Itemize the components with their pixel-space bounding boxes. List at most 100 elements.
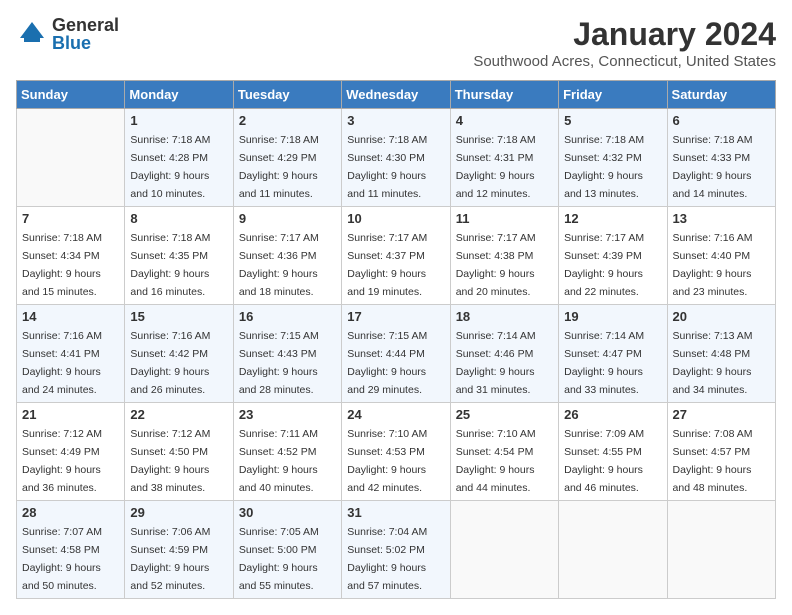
day-number: 9 [239,211,336,226]
calendar-cell: 19 Sunrise: 7:14 AMSunset: 4:47 PMDaylig… [559,305,667,403]
calendar-cell: 7 Sunrise: 7:18 AMSunset: 4:34 PMDayligh… [17,207,125,305]
day-info: Sunrise: 7:17 AMSunset: 4:37 PMDaylight:… [347,232,427,298]
calendar-week-row: 14 Sunrise: 7:16 AMSunset: 4:41 PMDaylig… [17,305,776,403]
calendar-cell: 15 Sunrise: 7:16 AMSunset: 4:42 PMDaylig… [125,305,233,403]
calendar-cell: 17 Sunrise: 7:15 AMSunset: 4:44 PMDaylig… [342,305,450,403]
calendar-cell: 21 Sunrise: 7:12 AMSunset: 4:49 PMDaylig… [17,403,125,501]
day-number: 23 [239,407,336,422]
day-number: 31 [347,505,444,520]
calendar-cell: 9 Sunrise: 7:17 AMSunset: 4:36 PMDayligh… [233,207,341,305]
weekday-header: Friday [559,81,667,109]
day-number: 19 [564,309,661,324]
day-number: 21 [22,407,119,422]
calendar-cell [450,501,558,599]
calendar-cell: 29 Sunrise: 7:06 AMSunset: 4:59 PMDaylig… [125,501,233,599]
day-number: 8 [130,211,227,226]
day-info: Sunrise: 7:07 AMSunset: 4:58 PMDaylight:… [22,526,102,592]
calendar-week-row: 21 Sunrise: 7:12 AMSunset: 4:49 PMDaylig… [17,403,776,501]
day-number: 22 [130,407,227,422]
day-info: Sunrise: 7:10 AMSunset: 4:53 PMDaylight:… [347,428,427,494]
logo-text: General Blue [52,16,119,52]
day-info: Sunrise: 7:11 AMSunset: 4:52 PMDaylight:… [239,428,318,494]
page-header: General Blue January 2024 Southwood Acre… [16,16,776,70]
weekday-header: Saturday [667,81,775,109]
title-area: January 2024 Southwood Acres, Connecticu… [473,16,776,70]
logo-icon [16,18,48,50]
calendar-cell: 24 Sunrise: 7:10 AMSunset: 4:53 PMDaylig… [342,403,450,501]
calendar-week-row: 1 Sunrise: 7:18 AMSunset: 4:28 PMDayligh… [17,109,776,207]
calendar-cell: 27 Sunrise: 7:08 AMSunset: 4:57 PMDaylig… [667,403,775,501]
calendar-cell: 2 Sunrise: 7:18 AMSunset: 4:29 PMDayligh… [233,109,341,207]
day-info: Sunrise: 7:15 AMSunset: 4:43 PMDaylight:… [239,330,319,396]
calendar-cell: 5 Sunrise: 7:18 AMSunset: 4:32 PMDayligh… [559,109,667,207]
day-number: 2 [239,113,336,128]
weekday-header: Sunday [17,81,125,109]
day-info: Sunrise: 7:16 AMSunset: 4:42 PMDaylight:… [130,330,210,396]
day-info: Sunrise: 7:14 AMSunset: 4:46 PMDaylight:… [456,330,536,396]
day-info: Sunrise: 7:18 AMSunset: 4:35 PMDaylight:… [130,232,210,298]
calendar-cell [559,501,667,599]
calendar-cell: 13 Sunrise: 7:16 AMSunset: 4:40 PMDaylig… [667,207,775,305]
day-number: 28 [22,505,119,520]
day-info: Sunrise: 7:13 AMSunset: 4:48 PMDaylight:… [673,330,753,396]
day-info: Sunrise: 7:18 AMSunset: 4:29 PMDaylight:… [239,134,319,200]
day-number: 25 [456,407,553,422]
day-number: 18 [456,309,553,324]
calendar-cell [667,501,775,599]
weekday-header: Monday [125,81,233,109]
calendar-cell: 10 Sunrise: 7:17 AMSunset: 4:37 PMDaylig… [342,207,450,305]
day-info: Sunrise: 7:10 AMSunset: 4:54 PMDaylight:… [456,428,536,494]
calendar-cell: 6 Sunrise: 7:18 AMSunset: 4:33 PMDayligh… [667,109,775,207]
day-info: Sunrise: 7:18 AMSunset: 4:30 PMDaylight:… [347,134,427,200]
day-info: Sunrise: 7:18 AMSunset: 4:31 PMDaylight:… [456,134,536,200]
day-info: Sunrise: 7:18 AMSunset: 4:34 PMDaylight:… [22,232,102,298]
day-number: 3 [347,113,444,128]
day-info: Sunrise: 7:15 AMSunset: 4:44 PMDaylight:… [347,330,427,396]
calendar-week-row: 28 Sunrise: 7:07 AMSunset: 4:58 PMDaylig… [17,501,776,599]
day-info: Sunrise: 7:16 AMSunset: 4:40 PMDaylight:… [673,232,753,298]
weekday-header: Wednesday [342,81,450,109]
calendar-cell: 18 Sunrise: 7:14 AMSunset: 4:46 PMDaylig… [450,305,558,403]
day-number: 13 [673,211,770,226]
calendar-cell: 28 Sunrise: 7:07 AMSunset: 4:58 PMDaylig… [17,501,125,599]
day-info: Sunrise: 7:05 AMSunset: 5:00 PMDaylight:… [239,526,319,592]
day-info: Sunrise: 7:16 AMSunset: 4:41 PMDaylight:… [22,330,102,396]
weekday-header: Tuesday [233,81,341,109]
day-number: 29 [130,505,227,520]
calendar-cell: 30 Sunrise: 7:05 AMSunset: 5:00 PMDaylig… [233,501,341,599]
calendar-header-row: SundayMondayTuesdayWednesdayThursdayFrid… [17,81,776,109]
day-info: Sunrise: 7:17 AMSunset: 4:38 PMDaylight:… [456,232,536,298]
calendar-table: SundayMondayTuesdayWednesdayThursdayFrid… [16,80,776,599]
day-info: Sunrise: 7:06 AMSunset: 4:59 PMDaylight:… [130,526,210,592]
day-number: 12 [564,211,661,226]
calendar-cell: 4 Sunrise: 7:18 AMSunset: 4:31 PMDayligh… [450,109,558,207]
day-info: Sunrise: 7:04 AMSunset: 5:02 PMDaylight:… [347,526,427,592]
weekday-header: Thursday [450,81,558,109]
day-number: 11 [456,211,553,226]
day-info: Sunrise: 7:18 AMSunset: 4:32 PMDaylight:… [564,134,644,200]
day-info: Sunrise: 7:18 AMSunset: 4:28 PMDaylight:… [130,134,210,200]
day-info: Sunrise: 7:14 AMSunset: 4:47 PMDaylight:… [564,330,644,396]
calendar-cell [17,109,125,207]
day-info: Sunrise: 7:12 AMSunset: 4:50 PMDaylight:… [130,428,210,494]
day-number: 24 [347,407,444,422]
day-number: 4 [456,113,553,128]
calendar-cell: 26 Sunrise: 7:09 AMSunset: 4:55 PMDaylig… [559,403,667,501]
day-info: Sunrise: 7:08 AMSunset: 4:57 PMDaylight:… [673,428,753,494]
logo: General Blue [16,16,119,52]
day-info: Sunrise: 7:12 AMSunset: 4:49 PMDaylight:… [22,428,102,494]
day-number: 15 [130,309,227,324]
day-info: Sunrise: 7:09 AMSunset: 4:55 PMDaylight:… [564,428,644,494]
day-number: 6 [673,113,770,128]
calendar-cell: 14 Sunrise: 7:16 AMSunset: 4:41 PMDaylig… [17,305,125,403]
calendar-cell: 23 Sunrise: 7:11 AMSunset: 4:52 PMDaylig… [233,403,341,501]
day-info: Sunrise: 7:17 AMSunset: 4:36 PMDaylight:… [239,232,319,298]
calendar-title: January 2024 [473,16,776,53]
calendar-cell: 12 Sunrise: 7:17 AMSunset: 4:39 PMDaylig… [559,207,667,305]
day-number: 1 [130,113,227,128]
day-number: 20 [673,309,770,324]
day-number: 14 [22,309,119,324]
calendar-cell: 20 Sunrise: 7:13 AMSunset: 4:48 PMDaylig… [667,305,775,403]
calendar-week-row: 7 Sunrise: 7:18 AMSunset: 4:34 PMDayligh… [17,207,776,305]
calendar-cell: 11 Sunrise: 7:17 AMSunset: 4:38 PMDaylig… [450,207,558,305]
